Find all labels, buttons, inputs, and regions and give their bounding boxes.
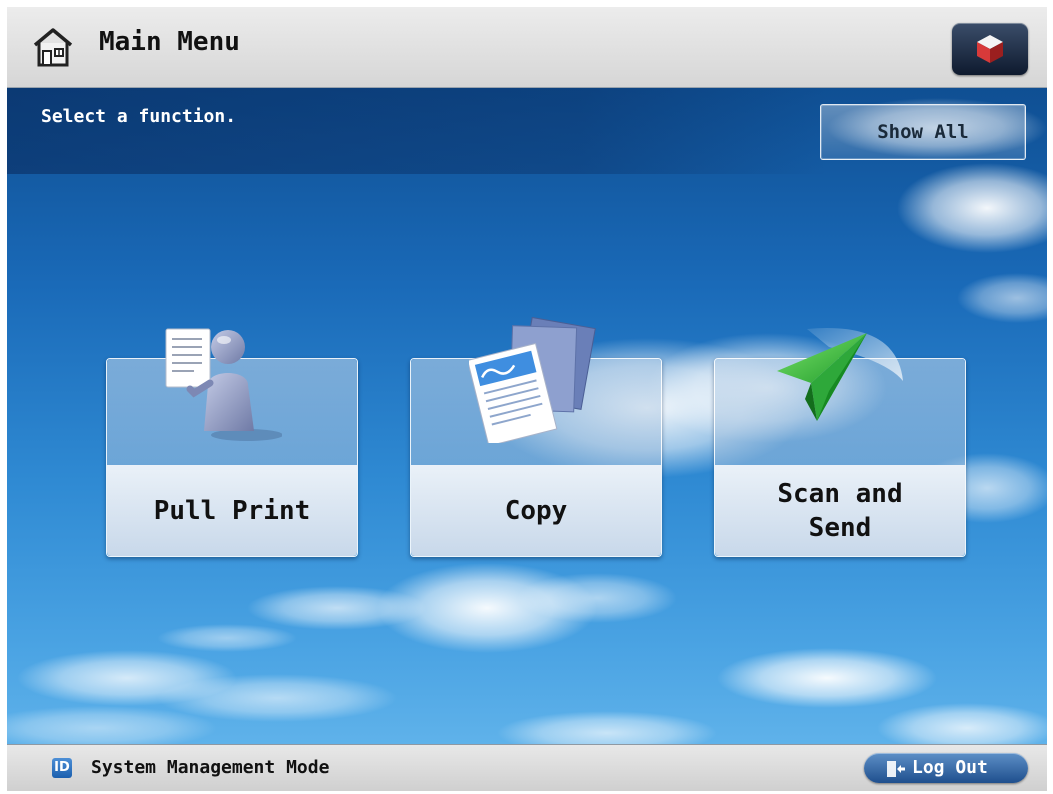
status-monitor-button[interactable]: [952, 23, 1028, 75]
copy-icon: [469, 316, 596, 443]
status-monitor-icon: [977, 35, 1003, 63]
logout-door-icon: [887, 761, 905, 777]
copy-label: Copy: [504, 495, 568, 526]
pull-print-button[interactable]: Pull Print: [106, 328, 358, 557]
log-out-label: Log Out: [912, 757, 988, 778]
device-screen: Main Menu Select a function. Show All Pu…: [7, 7, 1047, 791]
instruction-text: Select a function.: [41, 106, 237, 127]
log-out-button[interactable]: Log Out: [864, 753, 1028, 783]
pull-print-icon: [165, 328, 282, 441]
instruction-band: [7, 88, 827, 174]
show-all-button[interactable]: Show All: [820, 104, 1026, 160]
main-panel: Select a function. Show All Pull Print C…: [7, 88, 1047, 744]
pull-print-label: Pull Print: [153, 495, 311, 526]
scan-and-send-button[interactable]: Scan and Send: [714, 328, 966, 557]
page-title: Main Menu: [99, 27, 240, 57]
paper-plane-icon: [777, 328, 903, 421]
home-icon[interactable]: [31, 25, 75, 69]
mode-status-text: System Management Mode: [91, 757, 330, 778]
scan-and-send-label: Scan and Send: [777, 478, 903, 543]
header-bar: Main Menu: [7, 7, 1047, 88]
copy-button[interactable]: Copy: [410, 316, 662, 557]
id-icon: ID: [52, 758, 72, 778]
footer-bar: ID System Management Mode Log Out: [7, 744, 1047, 791]
